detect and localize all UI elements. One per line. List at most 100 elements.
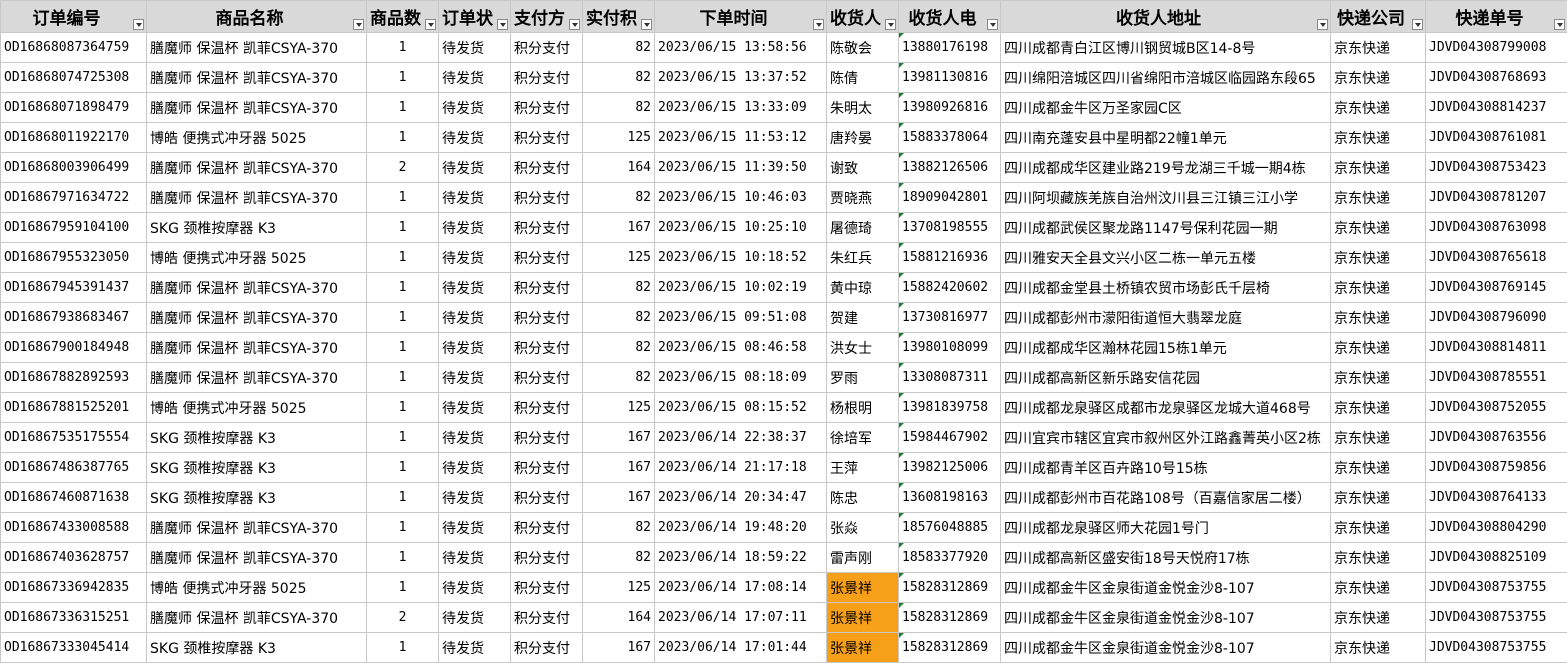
filter-dropdown-icon[interactable] (497, 19, 508, 30)
cell-paid-points[interactable]: 125 (583, 393, 655, 423)
cell-courier[interactable]: 京东快递 (1331, 123, 1426, 153)
cell-courier[interactable]: 京东快递 (1331, 453, 1426, 483)
cell-tracking-number[interactable]: JDVD04308761081 (1426, 123, 1567, 153)
cell-order-time[interactable]: 2023/06/14 17:07:11 (655, 603, 827, 633)
cell-payment-method[interactable]: 积分支付 (511, 423, 583, 453)
cell-quantity[interactable]: 1 (367, 243, 439, 273)
cell-paid-points[interactable]: 167 (583, 213, 655, 243)
filter-dropdown-icon[interactable] (1554, 19, 1565, 30)
cell-tracking-number[interactable]: JDVD04308799008 (1426, 33, 1567, 63)
cell-courier[interactable]: 京东快递 (1331, 633, 1426, 663)
cell-recipient-address[interactable]: 四川成都成华区瀚林花园15栋1单元 (1001, 333, 1331, 363)
filter-dropdown-icon[interactable] (987, 19, 998, 30)
cell-paid-points[interactable]: 82 (583, 513, 655, 543)
filter-dropdown-icon[interactable] (1317, 19, 1328, 30)
cell-product-name[interactable]: SKG 颈椎按摩器 K3 (147, 423, 367, 453)
cell-courier[interactable]: 京东快递 (1331, 93, 1426, 123)
cell-paid-points[interactable]: 125 (583, 123, 655, 153)
cell-order-time[interactable]: 2023/06/15 13:37:52 (655, 63, 827, 93)
cell-recipient-phone[interactable]: 13981839758 (899, 393, 1001, 423)
column-header-order-status[interactable]: 订单状 (439, 1, 511, 33)
cell-quantity[interactable]: 1 (367, 183, 439, 213)
cell-recipient-phone[interactable]: 13708198555 (899, 213, 1001, 243)
cell-payment-method[interactable]: 积分支付 (511, 123, 583, 153)
cell-tracking-number[interactable]: JDVD04308796090 (1426, 303, 1567, 333)
cell-courier[interactable]: 京东快递 (1331, 153, 1426, 183)
cell-recipient[interactable]: 张景祥 (827, 573, 899, 603)
cell-paid-points[interactable]: 82 (583, 273, 655, 303)
column-header-recipient-address[interactable]: 收货人地址 (1001, 1, 1331, 33)
cell-order-status[interactable]: 待发货 (439, 453, 511, 483)
column-header-tracking-number[interactable]: 快递单号 (1426, 1, 1567, 33)
cell-product-name[interactable]: 博皓 便携式冲牙器 5025 (147, 573, 367, 603)
cell-recipient-address[interactable]: 四川成都成华区建业路219号龙湖三千城一期4栋 (1001, 153, 1331, 183)
cell-order-time[interactable]: 2023/06/15 08:18:09 (655, 363, 827, 393)
cell-order-time[interactable]: 2023/06/15 13:33:09 (655, 93, 827, 123)
cell-recipient[interactable]: 罗雨 (827, 363, 899, 393)
cell-tracking-number[interactable]: JDVD04308759856 (1426, 453, 1567, 483)
cell-recipient[interactable]: 陈倩 (827, 63, 899, 93)
cell-order-id[interactable]: OD16867959104100 (1, 213, 147, 243)
column-header-paid-points[interactable]: 实付积 (583, 1, 655, 33)
cell-courier[interactable]: 京东快递 (1331, 393, 1426, 423)
cell-recipient-phone[interactable]: 13982125006 (899, 453, 1001, 483)
cell-recipient-phone[interactable]: 15883378064 (899, 123, 1001, 153)
cell-payment-method[interactable]: 积分支付 (511, 183, 583, 213)
cell-order-id[interactable]: OD16867945391437 (1, 273, 147, 303)
cell-paid-points[interactable]: 167 (583, 633, 655, 663)
cell-recipient-phone[interactable]: 13308087311 (899, 363, 1001, 393)
cell-recipient-address[interactable]: 四川南充蓬安县中星明都22幢1单元 (1001, 123, 1331, 153)
cell-order-time[interactable]: 2023/06/14 17:01:44 (655, 633, 827, 663)
filter-dropdown-icon[interactable] (1412, 19, 1423, 30)
cell-order-status[interactable]: 待发货 (439, 183, 511, 213)
cell-tracking-number[interactable]: JDVD04308753755 (1426, 603, 1567, 633)
cell-payment-method[interactable]: 积分支付 (511, 33, 583, 63)
cell-quantity[interactable]: 1 (367, 423, 439, 453)
cell-order-id[interactable]: OD16867971634722 (1, 183, 147, 213)
cell-courier[interactable]: 京东快递 (1331, 513, 1426, 543)
cell-tracking-number[interactable]: JDVD04308785551 (1426, 363, 1567, 393)
cell-quantity[interactable]: 2 (367, 603, 439, 633)
cell-recipient-phone[interactable]: 15881216936 (899, 243, 1001, 273)
cell-order-status[interactable]: 待发货 (439, 33, 511, 63)
filter-dropdown-icon[interactable] (569, 19, 580, 30)
cell-product-name[interactable]: 膳魔师 保温杯 凯菲CSYA-370 (147, 273, 367, 303)
cell-order-time[interactable]: 2023/06/14 20:34:47 (655, 483, 827, 513)
cell-product-name[interactable]: SKG 颈椎按摩器 K3 (147, 633, 367, 663)
cell-payment-method[interactable]: 积分支付 (511, 543, 583, 573)
cell-order-status[interactable]: 待发货 (439, 243, 511, 273)
column-header-quantity[interactable]: 商品数 (367, 1, 439, 33)
cell-order-time[interactable]: 2023/06/15 11:39:50 (655, 153, 827, 183)
cell-paid-points[interactable]: 164 (583, 603, 655, 633)
cell-order-id[interactable]: OD16867882892593 (1, 363, 147, 393)
filter-dropdown-icon[interactable] (425, 19, 436, 30)
cell-recipient[interactable]: 张景祥 (827, 633, 899, 663)
cell-recipient[interactable]: 谢致 (827, 153, 899, 183)
cell-recipient-phone[interactable]: 13880176198 (899, 33, 1001, 63)
cell-order-status[interactable]: 待发货 (439, 153, 511, 183)
cell-order-status[interactable]: 待发货 (439, 123, 511, 153)
cell-recipient-address[interactable]: 四川成都龙泉驿区成都市龙泉驿区龙城大道468号 (1001, 393, 1331, 423)
cell-tracking-number[interactable]: JDVD04308814811 (1426, 333, 1567, 363)
cell-courier[interactable]: 京东快递 (1331, 333, 1426, 363)
cell-recipient-phone[interactable]: 15828312869 (899, 633, 1001, 663)
cell-recipient-phone[interactable]: 18583377920 (899, 543, 1001, 573)
cell-recipient-phone[interactable]: 13882126506 (899, 153, 1001, 183)
cell-order-id[interactable]: OD16867535175554 (1, 423, 147, 453)
cell-recipient-address[interactable]: 四川成都武侯区聚龙路1147号保利花园一期 (1001, 213, 1331, 243)
cell-order-id[interactable]: OD16867403628757 (1, 543, 147, 573)
cell-order-time[interactable]: 2023/06/15 08:15:52 (655, 393, 827, 423)
cell-order-time[interactable]: 2023/06/15 10:18:52 (655, 243, 827, 273)
cell-quantity[interactable]: 1 (367, 543, 439, 573)
cell-recipient[interactable]: 朱红兵 (827, 243, 899, 273)
cell-tracking-number[interactable]: JDVD04308753755 (1426, 573, 1567, 603)
column-header-order-id[interactable]: 订单编号 (1, 1, 147, 33)
cell-recipient[interactable]: 王萍 (827, 453, 899, 483)
cell-paid-points[interactable]: 82 (583, 543, 655, 573)
cell-recipient[interactable]: 黄中琼 (827, 273, 899, 303)
cell-order-status[interactable]: 待发货 (439, 93, 511, 123)
cell-order-status[interactable]: 待发货 (439, 603, 511, 633)
cell-recipient-address[interactable]: 四川成都高新区盛安街18号天悦府17栋 (1001, 543, 1331, 573)
cell-recipient-address[interactable]: 四川成都金牛区万圣家园C区 (1001, 93, 1331, 123)
cell-paid-points[interactable]: 125 (583, 243, 655, 273)
